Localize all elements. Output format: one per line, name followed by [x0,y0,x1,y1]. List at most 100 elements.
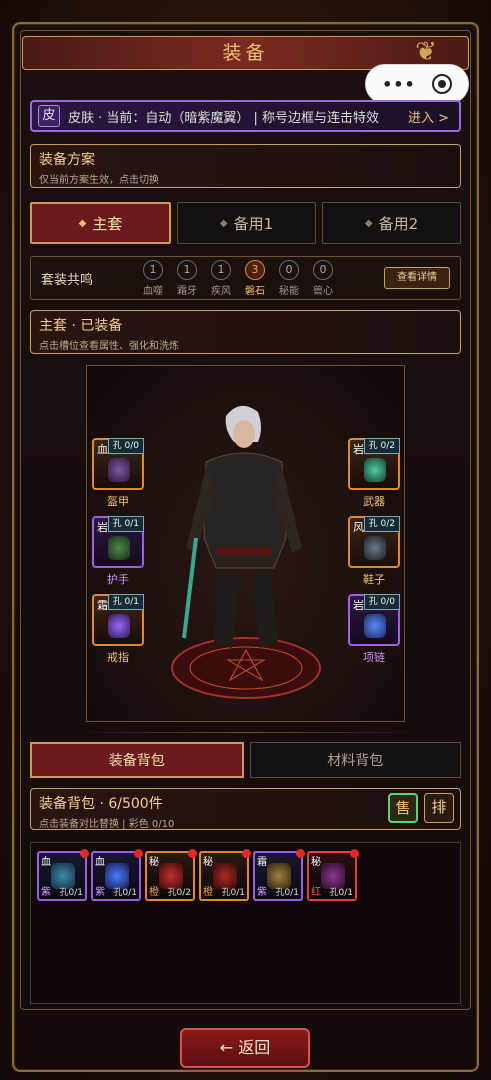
ring-icon [108,614,130,638]
slot-holes: 孔 0/2 [363,438,400,454]
mini-program-capsule: ••• [365,64,469,817]
slot-key: 岩 [97,521,108,534]
scheme-tabs: ◆ 主套 ◆ 备用1 ◆ 备用2 [30,202,461,244]
slot-weapon-label: 武器 [363,495,385,508]
skin-text: 皮肤 · 当前：自动（暗紫魔翼） | 称号边框与连击特效 [68,110,380,126]
item-key: 秘 [203,857,213,868]
tab-label: 主套 [92,214,123,233]
set-item-jifeng[interactable]: 1 疾风 [209,259,233,297]
item-holes: 孔0/2 [167,888,192,898]
item-quality: 紫 [95,887,105,898]
skin-tag: 皮 [38,105,60,127]
new-dot-icon [242,849,251,858]
slot-ring-label: 戒指 [107,651,129,664]
slot-armor-label: 盔甲 [107,495,129,508]
new-dot-icon [350,849,359,858]
set-item-shouxin[interactable]: 0 兽心 [311,259,335,297]
new-dot-icon [188,849,197,858]
set-name: 兽心 [313,285,333,297]
set-count: 1 [177,259,197,280]
new-dot-icon [296,849,305,858]
boots-icon [364,536,386,560]
slot-weapon[interactable]: 岩 孔 0/2 [348,438,400,490]
tab-backup-2[interactable]: ◆ 备用2 [322,202,461,244]
tab-material-bag[interactable]: 材料背包 [249,742,461,778]
more-dots-icon[interactable]: ••• [382,75,416,94]
slot-key: 风 [353,521,364,534]
bag-item[interactable]: 霜 紫 孔0/1 [253,849,305,901]
sort-button[interactable]: 排 [424,793,454,823]
set-count: 0 [313,259,333,280]
tab-backup-1[interactable]: ◆ 备用1 [177,202,316,244]
set-item-xueshi[interactable]: 1 血噬 [141,259,165,297]
back-button[interactable]: ← 返回 [180,1028,310,1068]
item-quality: 紫 [41,887,51,898]
slot-ring[interactable]: 霜 孔 0/1 [92,594,144,646]
item-key: 霜 [257,857,267,868]
bag-item[interactable]: 秘 橙 孔0/2 [145,849,197,901]
slot-gauntlet-label: 护手 [107,573,129,586]
slot-gauntlet[interactable]: 岩 孔 0/1 [92,516,144,568]
equipped-title: 主套 · 已装备 [39,318,123,334]
set-name: 秘能 [279,285,299,297]
slot-holes: 孔 0/0 [363,594,400,610]
tab-main-set[interactable]: ◆ 主套 [30,202,171,244]
set-resonance-list: 1 血噬 1 霜牙 1 疾风 3 磐石 0 秘能 0 兽心 [141,259,335,297]
sell-button[interactable]: 售 [388,793,418,823]
bag-item[interactable]: 血 紫 孔0/1 [91,849,143,901]
set-resonance-row: 套装共鸣 1 血噬 1 霜牙 1 疾风 3 磐石 0 秘能 0 兽心 查看详情 [30,256,461,300]
set-name: 霜牙 [177,285,197,297]
set-item-panshi[interactable]: 3 磐石 [243,259,267,297]
bag-item[interactable]: 血 紫 孔0/1 [37,849,89,901]
slot-key: 血 [97,443,108,456]
slot-boots[interactable]: 风 孔 0/2 [348,516,400,568]
set-name: 磐石 [245,285,265,297]
bag-tabs: 装备背包 材料背包 [30,742,461,778]
bag-item[interactable]: 秘 红 孔0/1 [307,849,359,901]
skin-banner[interactable]: 皮 皮肤 · 当前：自动（暗紫魔翼） | 称号边框与连击特效 进入 > [30,100,461,132]
divider [75,732,418,733]
item-key: 血 [95,857,105,868]
slot-key: 岩 [353,443,364,456]
slot-key: 岩 [353,599,364,612]
slot-necklace-label: 项链 [363,651,385,664]
slot-armor[interactable]: 血 孔 0/0 [92,438,144,490]
set-item-mineng[interactable]: 0 秘能 [277,259,301,297]
hero-character-image [171,405,321,699]
set-item-shuangya[interactable]: 1 霜牙 [175,259,199,297]
item-key: 秘 [311,857,321,868]
set-name: 疾风 [211,285,231,297]
item-key: 血 [41,857,51,868]
bag-item[interactable]: 秘 橙 孔0/1 [199,849,251,901]
slot-holes: 孔 0/0 [107,438,144,454]
tab-label: 备用1 [233,214,274,233]
set-count: 1 [211,259,231,280]
diamond-icon: ◆ [219,217,228,229]
diamond-icon: ◆ [78,217,87,229]
slot-necklace[interactable]: 岩 孔 0/0 [348,594,400,646]
set-resonance-label: 套装共鸣 [41,272,94,288]
slot-holes: 孔 0/1 [107,594,144,610]
item-holes: 孔0/1 [59,888,84,898]
set-count: 3 [245,259,265,280]
item-quality: 红 [311,887,321,898]
set-count: 0 [279,259,299,280]
scheme-header: 装备方案 仅当前方案生效，点击切换 [30,144,461,188]
set-name: 血噬 [143,285,163,297]
item-holes: 孔0/1 [329,888,354,898]
sword-icon [364,458,386,482]
item-quality: 紫 [257,887,267,898]
set-count: 1 [143,259,163,280]
view-detail-button[interactable]: 查看详情 [384,267,450,289]
slot-holes: 孔 0/1 [107,516,144,532]
armor-icon [108,458,130,482]
scheme-title: 装备方案 [39,152,95,168]
scheme-subtitle: 仅当前方案生效，点击切换 [39,175,159,186]
tab-equipment-bag[interactable]: 装备背包 [30,742,244,778]
target-circle-icon[interactable] [431,74,452,94]
item-holes: 孔0/1 [113,888,138,898]
necklace-icon [364,614,386,638]
skin-enter-link[interactable]: 进入 > [408,107,449,126]
item-quality: 橙 [203,887,213,898]
slot-holes: 孔 0/2 [363,516,400,532]
